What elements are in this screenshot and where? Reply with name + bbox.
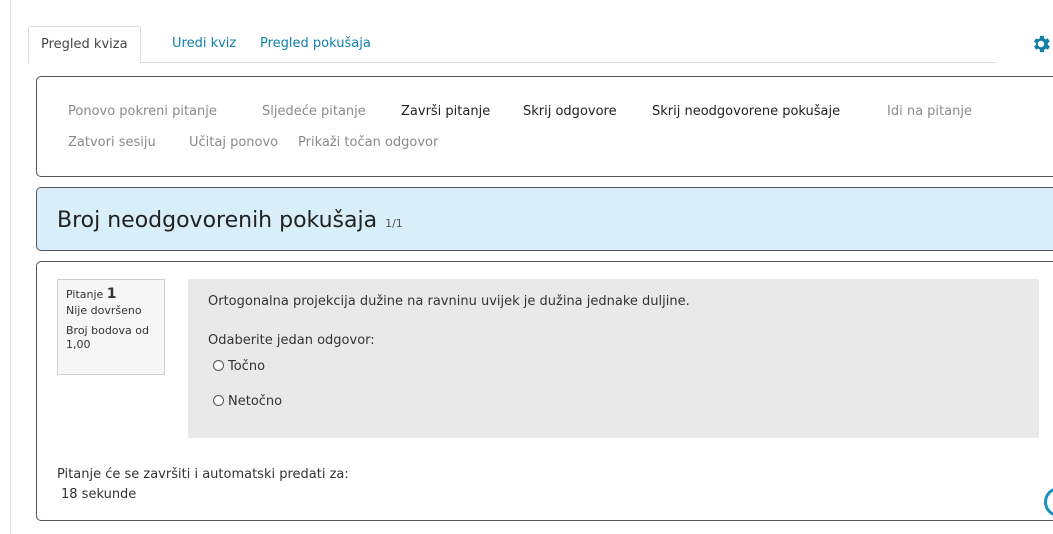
option-label: Netočno bbox=[228, 394, 283, 409]
question-label: Pitanje bbox=[66, 288, 104, 301]
timer-value: 18 sekunde bbox=[61, 487, 137, 502]
attempt-count: 1/1 bbox=[385, 217, 403, 230]
tab-uredi-kviz[interactable]: Uredi kviz bbox=[172, 26, 236, 62]
tab-pregled-kviza[interactable]: Pregled kviza bbox=[28, 26, 141, 64]
page-title: Broj neodgovorenih pokušaja 1/1 bbox=[57, 208, 403, 233]
radio-button[interactable] bbox=[213, 360, 224, 371]
question-points: Broj bodova od 1,00 bbox=[66, 324, 149, 351]
show-correct-answer-button[interactable]: Prikaži točan odgovor bbox=[298, 135, 438, 150]
reload-button[interactable]: Učitaj ponovo bbox=[189, 135, 278, 150]
question-info: Pitanje 1 Nije dovršeno Broj bodova od 1… bbox=[57, 279, 165, 375]
hide-unanswered-button[interactable]: Skrij neodgovorene pokušaje bbox=[652, 104, 840, 119]
tab-pregled-pokusaja[interactable]: Pregled pokušaja bbox=[260, 26, 371, 62]
quiz-tabs: Pregled kviza Uredi kviz Pregled pokušaj… bbox=[28, 26, 996, 64]
question-text: Ortogonalna projekcija dužine na ravninu… bbox=[208, 294, 690, 309]
unanswered-attempts-header: Broj neodgovorenih pokušaja 1/1 bbox=[36, 187, 1053, 251]
timer-message: Pitanje će se završiti i automatski pred… bbox=[57, 467, 349, 482]
page-left-rule bbox=[10, 0, 11, 534]
option-label: Točno bbox=[228, 359, 266, 374]
close-session-button[interactable]: Zatvori sesiju bbox=[68, 135, 156, 150]
radio-button[interactable] bbox=[213, 395, 224, 406]
answer-option-tocno[interactable]: Točno bbox=[213, 359, 265, 374]
next-question-button[interactable]: Sljedeće pitanje bbox=[262, 104, 366, 119]
end-question-button[interactable]: Završi pitanje bbox=[401, 104, 490, 119]
answer-prompt: Odaberite jedan odgovor: bbox=[208, 333, 375, 348]
gear-icon[interactable] bbox=[1030, 33, 1052, 55]
question-status: Nije dovršeno bbox=[66, 304, 142, 317]
goto-question-button[interactable]: Idi na pitanje bbox=[887, 104, 972, 119]
session-controls: Ponovo pokreni pitanje Sljedeće pitanje … bbox=[36, 76, 1053, 177]
restart-question-button[interactable]: Ponovo pokreni pitanje bbox=[68, 104, 217, 119]
question-box: Pitanje 1 Nije dovršeno Broj bodova od 1… bbox=[36, 261, 1053, 521]
question-number: 1 bbox=[106, 286, 117, 302]
hide-answers-button[interactable]: Skrij odgovore bbox=[523, 104, 617, 119]
question-content: Ortogonalna projekcija dužine na ravninu… bbox=[188, 279, 1039, 438]
question-number-line: Pitanje 1 bbox=[66, 287, 156, 302]
header-title-text: Broj neodgovorenih pokušaja bbox=[57, 208, 378, 233]
answer-option-netocno[interactable]: Netočno bbox=[213, 394, 282, 409]
